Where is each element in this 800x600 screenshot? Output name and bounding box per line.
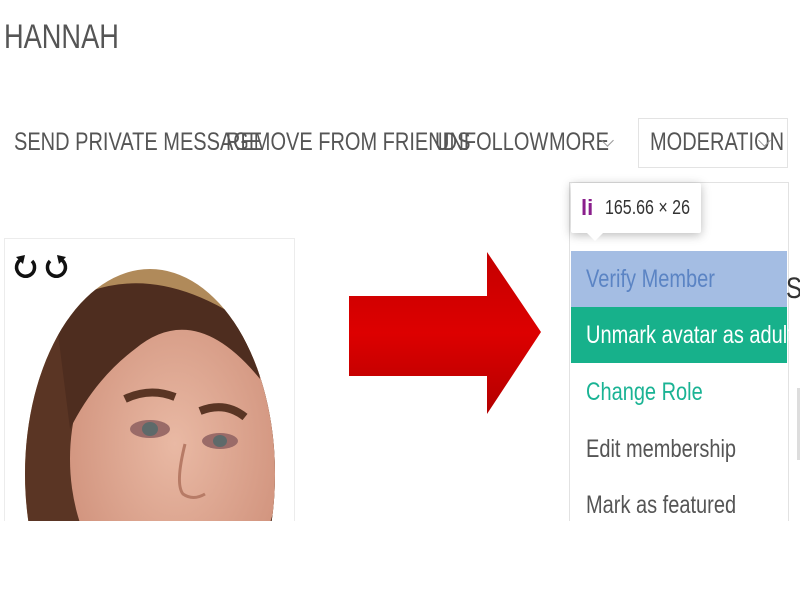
menu-item-verify-member[interactable]: Verify Member bbox=[571, 251, 787, 307]
tooltip-size: 165.66 × 26 bbox=[605, 197, 690, 219]
red-arrow-right-icon bbox=[349, 252, 541, 414]
moderation-dropdown[interactable]: MODERATION bbox=[638, 118, 788, 168]
devtools-inspect-tooltip: li 165.66 × 26 bbox=[571, 183, 701, 241]
menu-item-unmark-avatar-adult[interactable]: Unmark avatar as adult bbox=[571, 307, 793, 363]
menu-item-edit-membership[interactable]: Edit membership bbox=[571, 421, 787, 477]
menu-item-change-role[interactable]: Change Role bbox=[571, 364, 787, 420]
profile-username: HANNAH bbox=[4, 18, 119, 56]
moderation-label: MODERATION bbox=[650, 128, 785, 156]
menu-item-mark-featured[interactable]: Mark as featured bbox=[571, 477, 787, 533]
partial-side-text: S bbox=[786, 272, 800, 306]
tooltip-tag: li bbox=[581, 195, 594, 220]
avatar-image bbox=[25, 269, 275, 521]
avatar-card bbox=[4, 238, 295, 521]
more-dropdown-button[interactable]: MORE bbox=[549, 128, 614, 157]
